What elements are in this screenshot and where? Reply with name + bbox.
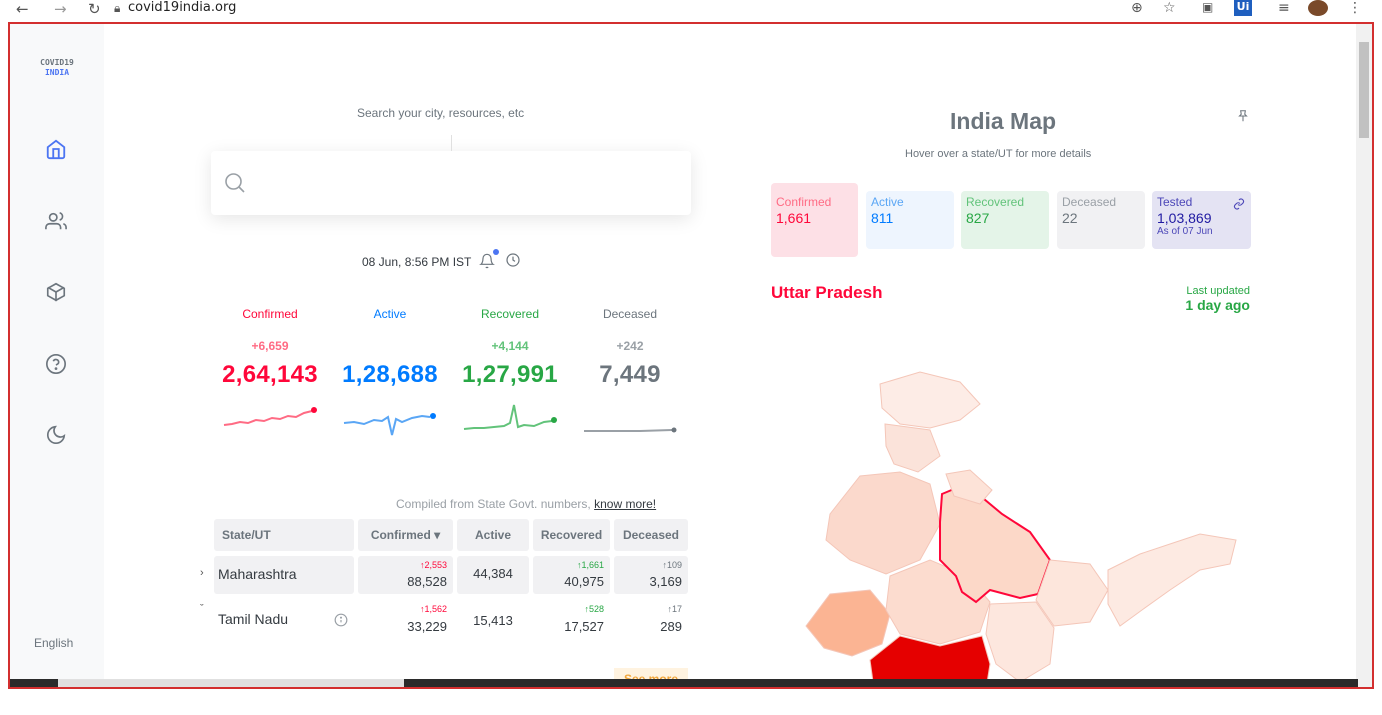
sidebar: COVID19 INDIA English [10, 24, 104, 687]
horizontal-scrollbar[interactable] [10, 679, 1358, 687]
forward-icon[interactable]: → [54, 0, 67, 18]
notification-dot [493, 248, 500, 255]
stat-deceased: Deceased +242 7,449 [571, 307, 689, 437]
map-card-tested[interactable]: Tested 1,03,869 As of 07 Jun [1152, 191, 1251, 249]
reload-icon[interactable]: ↻ [88, 0, 101, 18]
box-icon[interactable] [43, 279, 69, 305]
map-state-odisha [985, 601, 1055, 683]
search-caption: Search your city, resources, etc [357, 106, 525, 120]
language-switcher[interactable]: English [34, 636, 73, 650]
stat-active: Active 1,28,688 [331, 307, 449, 437]
source-note: Compiled from State Govt. numbers, know … [396, 497, 657, 511]
map-card-deceased[interactable]: Deceased 22 [1057, 191, 1145, 249]
active-sparkline [343, 413, 436, 436]
confirmed-sparkline [223, 407, 317, 426]
page-viewport: COVID19 INDIA English Search your city, … [8, 22, 1374, 689]
link-icon[interactable] [1233, 197, 1245, 215]
star-icon[interactable]: ☆ [1163, 0, 1176, 16]
users-icon[interactable] [43, 208, 69, 234]
scrollbar-thumb[interactable] [58, 679, 404, 687]
col-header-state[interactable]: State/UT [214, 519, 354, 551]
lock-icon: 🔒︎ [114, 1, 121, 15]
col-header-confirmed[interactable]: Confirmed ▾ [358, 519, 453, 551]
moon-icon[interactable] [43, 422, 69, 448]
col-header-active[interactable]: Active [457, 519, 529, 551]
scrollbar-thumb[interactable] [1359, 42, 1369, 138]
table-cell-confirmed: ↑1,562 33,229 [407, 604, 447, 634]
collapse-chevron-icon[interactable]: ˇ [200, 603, 204, 615]
search-icon [223, 171, 247, 199]
col-header-recovered[interactable]: Recovered [533, 519, 610, 551]
map-state-jk [879, 371, 981, 429]
history-icon[interactable] [505, 252, 521, 271]
logo[interactable]: COVID19 INDIA [34, 58, 80, 78]
address-bar[interactable]: covid19india.org [128, 0, 236, 15]
table-cell-recovered: ↑1,661 40,975 [533, 556, 610, 594]
map-card-active[interactable]: Active 811 [866, 191, 954, 249]
bell-icon[interactable] [479, 248, 500, 271]
last-update-timestamp: 08 Jun, 8:56 PM IST [362, 248, 521, 271]
info-icon[interactable] [334, 613, 348, 632]
back-icon[interactable]: ← [16, 0, 29, 18]
vertical-scrollbar[interactable] [1356, 24, 1372, 687]
map-state-bihar [1035, 559, 1109, 627]
home-icon[interactable] [43, 136, 69, 162]
map-state-northeast [1107, 533, 1237, 627]
media-icon[interactable]: ≡ [1278, 0, 1290, 16]
india-map[interactable] [790, 364, 1250, 689]
help-icon[interactable] [43, 351, 69, 377]
map-title: India Map [950, 108, 1057, 134]
deceased-sparkline [584, 427, 677, 433]
table-cell-recovered: ↑528 17,527 [564, 604, 604, 634]
zoom-icon[interactable]: ⊕ [1131, 0, 1143, 16]
map-state-gujarat [805, 589, 891, 657]
profile-avatar[interactable] [1308, 0, 1328, 16]
table-cell-active: 44,384 [457, 556, 529, 594]
table-cell-deceased: ↑17 289 [660, 604, 682, 634]
recovered-sparkline [463, 404, 557, 430]
extension-icon[interactable]: Ui [1234, 0, 1252, 16]
expand-chevron-icon[interactable]: › [200, 567, 204, 579]
table-cell-deceased: ↑109 3,169 [614, 556, 688, 594]
pin-icon[interactable] [1236, 107, 1250, 129]
col-header-deceased[interactable]: Deceased [614, 519, 688, 551]
stat-confirmed: Confirmed +6,659 2,64,143 [211, 307, 329, 437]
last-updated: Last updated 1 day ago [1185, 285, 1250, 313]
divider [451, 135, 452, 151]
map-card-confirmed[interactable]: Confirmed 1,661 [771, 183, 858, 257]
map-hint: Hover over a state/UT for more details [905, 148, 1092, 160]
menu-icon[interactable]: ⋮ [1348, 0, 1362, 16]
table-row[interactable]: Tamil Nadu ↑1,562 33,229 15,413 ↑528 17,… [214, 599, 688, 641]
map-state-rajasthan [825, 471, 941, 575]
browser-toolbar: ← → ↻ 🔒︎ covid19india.org ⊕ ☆ ▣ Ui ≡ ⋮ [0, 0, 1382, 20]
map-state-punjab [884, 423, 941, 473]
selected-region: Uttar Pradesh [771, 283, 883, 302]
know-more-link[interactable]: know more! [594, 497, 656, 511]
map-card-recovered[interactable]: Recovered 827 [961, 191, 1049, 249]
table-cell-active: 15,413 [473, 613, 513, 628]
search-input[interactable] [211, 135, 691, 215]
table-cell-confirmed: ↑2,553 88,528 [358, 556, 453, 594]
stat-recovered: Recovered +4,144 1,27,991 [451, 307, 569, 437]
camera-icon[interactable]: ▣ [1202, 0, 1213, 14]
table-row-state[interactable]: Maharashtra [214, 556, 354, 594]
